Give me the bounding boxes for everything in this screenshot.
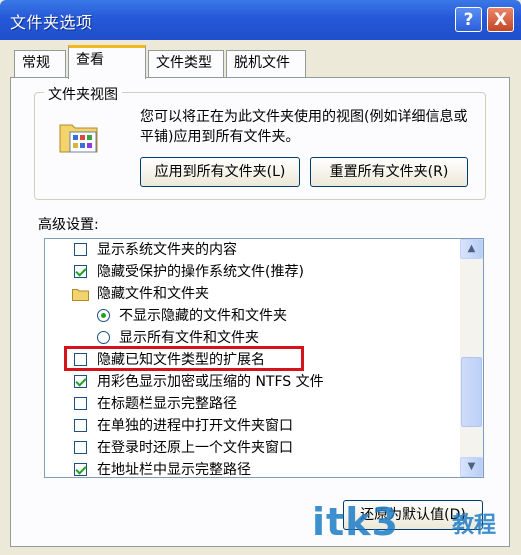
watermark-suffix: 教程 <box>452 513 497 538</box>
tab-offline-files[interactable]: 脱机文件 <box>226 50 306 77</box>
list-item-label: 隐藏受保护的操作系统文件(推荐) <box>97 264 304 280</box>
list-item-label: 用彩色显示加密或压缩的 NTFS 文件 <box>97 374 324 390</box>
radio-button[interactable] <box>97 331 110 344</box>
list-item-label: 显示系统文件夹的内容 <box>97 242 237 258</box>
list-item-label: 隐藏文件和文件夹 <box>97 286 209 302</box>
checkbox[interactable] <box>74 397 87 410</box>
title-bar[interactable]: 文件夹选项 ? X <box>0 0 521 40</box>
window-title: 文件夹选项 <box>10 13 93 32</box>
scroll-up-icon[interactable]: ▲ <box>460 239 483 259</box>
list-item-label: 在地址栏中显示完整路径 <box>97 462 251 478</box>
list-item-label: 在标题栏显示完整路径 <box>97 396 237 412</box>
tab-general[interactable]: 常规 <box>14 50 66 77</box>
help-button[interactable]: ? <box>455 7 482 32</box>
checkbox[interactable] <box>74 375 87 388</box>
tab-view[interactable]: 查看 <box>68 45 146 79</box>
checkbox[interactable] <box>74 441 87 454</box>
list-item-label: 不显示隐藏的文件和文件夹 <box>119 308 287 324</box>
folder-view-legend: 文件夹视图 <box>44 84 122 104</box>
apply-to-all-folders-button[interactable]: 应用到所有文件夹(L) <box>140 157 300 187</box>
watermark-logo: itk3 <box>312 500 399 544</box>
folder-views-icon <box>59 124 98 153</box>
list-item-label: 在登录时还原上一个文件夹窗口 <box>97 440 293 456</box>
highlight-annotation <box>64 346 304 371</box>
advanced-settings-label: 高级设置: <box>38 217 99 233</box>
folder-icon <box>72 289 89 301</box>
checkbox[interactable] <box>74 243 87 256</box>
checkbox[interactable] <box>74 419 87 432</box>
scroll-thumb[interactable] <box>461 357 482 427</box>
folder-view-description: 您可以将正在为此文件夹使用的视图(例如详细信息或平铺)应用到所有文件夹。 <box>140 109 468 145</box>
scroll-down-icon[interactable]: ▼ <box>460 457 483 477</box>
reset-all-folders-button[interactable]: 重置所有文件夹(R) <box>310 157 468 187</box>
tab-file-types[interactable]: 文件类型 <box>148 50 224 77</box>
vertical-scrollbar[interactable]: ▲ ▼ <box>460 239 483 477</box>
list-item-label: 在单独的进程中打开文件夹窗口 <box>97 418 293 434</box>
close-button[interactable]: X <box>487 7 514 32</box>
checkbox[interactable] <box>74 265 87 278</box>
radio-button[interactable] <box>97 309 110 322</box>
checkbox[interactable] <box>74 463 87 476</box>
